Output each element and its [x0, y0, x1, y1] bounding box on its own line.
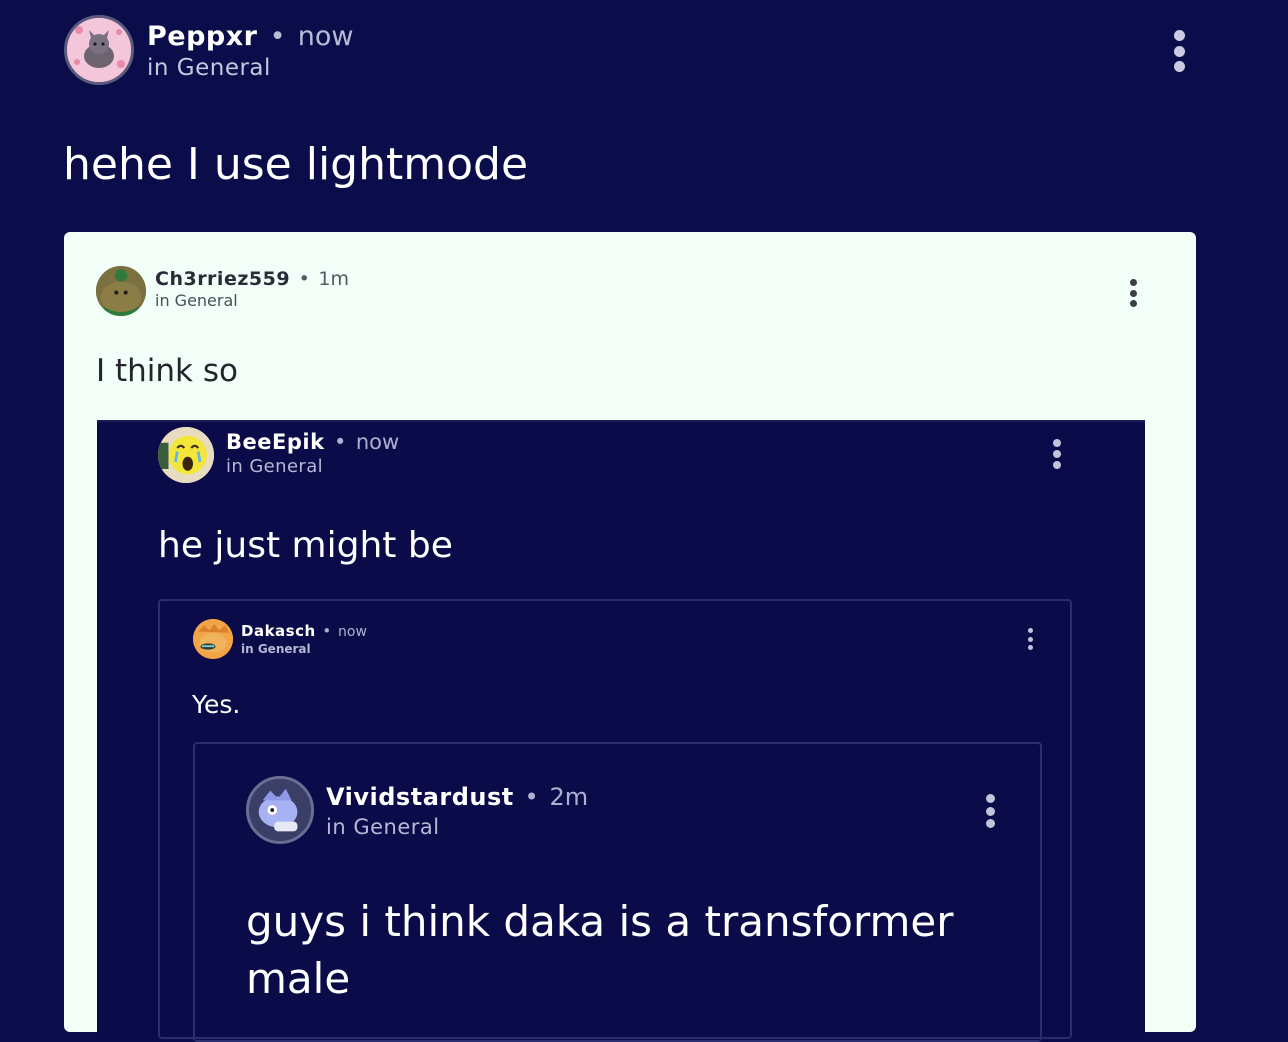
quoted-post-text: guys i think daka is a transformer male — [246, 897, 954, 1003]
quoted-post-header: Vividstardust • 2m — [326, 781, 588, 813]
author-avatar[interactable] — [64, 15, 134, 85]
kebab-menu-icon — [1049, 439, 1065, 469]
quoted-timestamp: now — [355, 430, 400, 454]
quoted-author-avatar — [158, 427, 214, 483]
crying-face-avatar-icon — [158, 427, 214, 483]
quoted-post-header: Dakasch • now — [241, 621, 367, 642]
orange-creature-avatar-icon — [193, 619, 233, 659]
quoted-timestamp: 1m — [318, 268, 349, 290]
pink-cat-avatar-icon — [67, 18, 131, 82]
post-channel[interactable]: in General — [147, 54, 271, 82]
quoted-timestamp: now — [338, 624, 367, 640]
kebab-menu-icon[interactable] — [1168, 30, 1190, 72]
quoted-post-text: Yes. — [192, 690, 241, 719]
meta-separator: • — [269, 21, 286, 52]
meta-separator: • — [524, 783, 539, 811]
post-header: Peppxr • now — [147, 20, 353, 54]
quoted-author-avatar — [193, 619, 233, 659]
quoted-channel: in General — [155, 291, 238, 310]
quoted-channel: in General — [241, 642, 311, 656]
meta-separator: • — [298, 268, 310, 290]
quoted-channel: in General — [226, 456, 324, 477]
green-creature-avatar-icon — [96, 266, 146, 316]
blue-character-avatar-icon — [249, 779, 311, 841]
kebab-menu-icon — [1126, 279, 1140, 307]
quoted-channel: in General — [326, 815, 440, 839]
quoted-author-name: Ch3rriez559 — [155, 268, 291, 290]
meta-separator: • — [333, 430, 347, 454]
quoted-author-name: BeeEpik — [226, 430, 325, 454]
quoted-timestamp: 2m — [549, 783, 589, 811]
quoted-post-header: Ch3rriez559 • 1m — [155, 266, 349, 292]
post-text: hehe I use lightmode — [63, 139, 529, 190]
quoted-post-header: BeeEpik • now — [226, 428, 399, 456]
quoted-author-name: Dakasch — [241, 622, 316, 640]
author-name[interactable]: Peppxr — [147, 21, 258, 52]
kebab-menu-icon — [1025, 628, 1035, 650]
quoted-author-avatar — [96, 266, 146, 316]
quoted-post-text: I think so — [96, 353, 238, 389]
quoted-author-avatar — [246, 776, 314, 844]
meta-separator: • — [322, 622, 332, 640]
post-timestamp: now — [297, 21, 354, 52]
quoted-author-name: Vividstardust — [326, 783, 514, 811]
kebab-menu-icon — [982, 794, 998, 828]
quoted-post-text: he just might be — [158, 525, 453, 566]
